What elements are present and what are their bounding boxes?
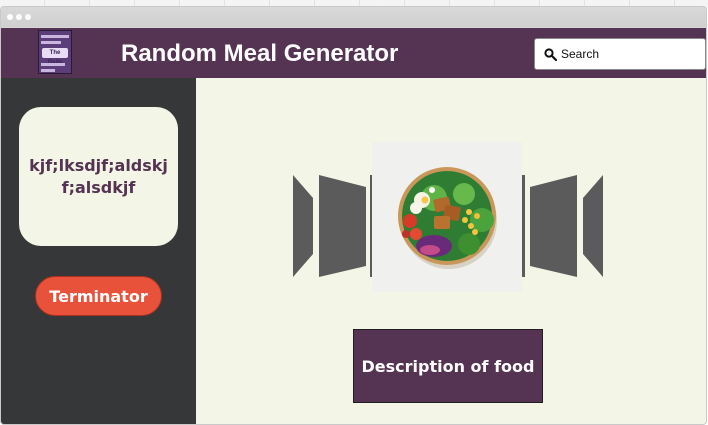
window-dot-1 xyxy=(7,14,13,20)
search-input[interactable] xyxy=(561,44,701,64)
food-image xyxy=(372,142,522,292)
page-title: Random Meal Generator xyxy=(121,40,399,67)
main-content: Description of food xyxy=(196,78,706,424)
prev-arrow-icon[interactable] xyxy=(293,175,373,277)
search-icon xyxy=(544,48,557,61)
window-dot-3 xyxy=(25,14,31,20)
window-titlebar xyxy=(1,7,706,27)
terminator-button[interactable]: Terminator xyxy=(35,276,162,316)
food-description-button[interactable]: Description of food xyxy=(353,329,543,403)
meal-name-text: kjf;lksdjf;aldskjf;alsdkjf xyxy=(29,155,168,197)
app-logo: The Daily xyxy=(38,30,72,74)
app-window: The Daily Random Meal Generator kjf;lksd… xyxy=(0,6,707,425)
search-box[interactable] xyxy=(534,38,706,70)
next-arrow-icon[interactable] xyxy=(522,175,603,277)
window-dot-2 xyxy=(16,14,22,20)
meal-name-card: kjf;lksdjf;aldskjf;alsdkjf xyxy=(19,107,178,246)
app-header: The Daily Random Meal Generator xyxy=(1,28,706,78)
sidebar: kjf;lksdjf;aldskjf;alsdkjf Terminator xyxy=(1,78,196,424)
